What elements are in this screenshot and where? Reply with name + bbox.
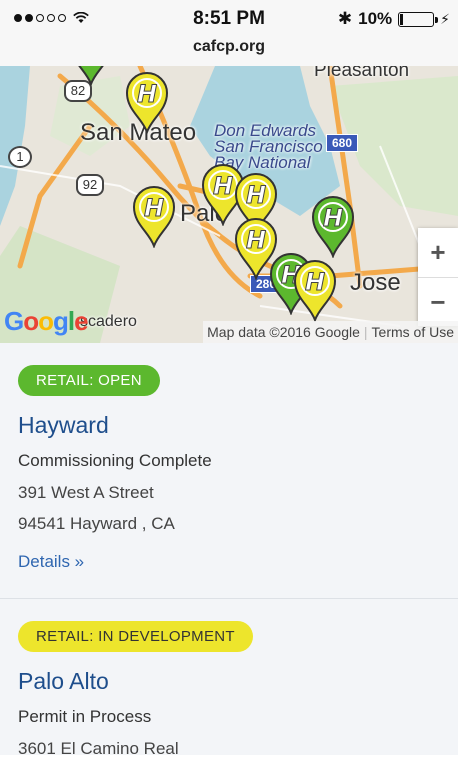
highway-680-shield: 680: [326, 134, 359, 152]
station-name[interactable]: Palo Alto: [18, 668, 109, 695]
hydrogen-station-pin[interactable]: H: [310, 194, 356, 258]
status-badge: RETAIL: IN DEVELOPMENT: [18, 621, 253, 652]
hydrogen-station-pin[interactable]: H: [124, 70, 170, 134]
browser-top-bar: 8:51 PM ✱ 10% ⚡ cafcp.org: [0, 0, 458, 67]
station-address-line1: 391 West A Street: [18, 483, 154, 502]
zoom-controls: + −: [418, 228, 458, 326]
pin-letter: H: [305, 268, 325, 296]
bluetooth-icon: ✱: [337, 9, 353, 28]
pin-letter: H: [323, 204, 343, 232]
battery-indicator: ✱ 10% ⚡: [338, 9, 450, 29]
pin-letter: H: [137, 80, 157, 108]
map-label-pleasanton: Pleasanton: [314, 66, 410, 81]
google-logo: Google: [4, 306, 89, 336]
station-name[interactable]: Hayward: [18, 412, 109, 439]
station-address-line2: 94541 Hayward , CA: [18, 514, 175, 533]
address-bar[interactable]: cafcp.org: [0, 38, 458, 56]
charging-icon: ⚡: [440, 10, 450, 27]
battery-icon: [398, 11, 439, 27]
station-status: Permit in Process: [18, 707, 152, 726]
hydrogen-station-pin[interactable]: H: [131, 184, 177, 248]
station-card-hayward: RETAIL: OPEN Hayward Commissioning Compl…: [0, 343, 458, 597]
hydrogen-station-pin[interactable]: H: [68, 66, 114, 86]
station-card-palo-alto: RETAIL: IN DEVELOPMENT Palo Alto Permit …: [0, 599, 458, 758]
station-map[interactable]: Pleasanton San Mateo Don Edwards San Fra…: [0, 66, 458, 343]
pin-letter: H: [246, 226, 266, 254]
highway-92-shield: 92: [76, 174, 104, 196]
details-link[interactable]: Details »: [18, 552, 84, 572]
pin-letter: H: [144, 194, 164, 222]
station-status: Commissioning Complete: [18, 451, 212, 470]
pin-letter: H: [246, 181, 266, 209]
map-label-pescadero: scadero: [80, 313, 137, 330]
hydrogen-station-pin[interactable]: H: [292, 258, 338, 322]
map-data-credit: Map data ©2016 Google: [207, 324, 360, 340]
pin-letter: H: [213, 172, 233, 200]
map-attribution: Map data ©2016 Google | Terms of Use: [203, 321, 458, 343]
station-list: RETAIL: OPEN Hayward Commissioning Compl…: [0, 343, 458, 758]
station-address-line1: 3601 El Camino Real: [18, 739, 179, 758]
terms-of-use-link[interactable]: Terms of Use: [372, 324, 454, 340]
status-bar: 8:51 PM ✱ 10% ⚡: [0, 0, 458, 34]
zoom-in-button[interactable]: +: [418, 228, 458, 278]
map-label-san-jose: Jose: [350, 269, 401, 296]
zoom-out-button[interactable]: −: [418, 278, 458, 327]
battery-percent: 10%: [358, 9, 393, 28]
highway-1-shield: 1: [8, 146, 32, 168]
status-badge: RETAIL: OPEN: [18, 365, 160, 396]
